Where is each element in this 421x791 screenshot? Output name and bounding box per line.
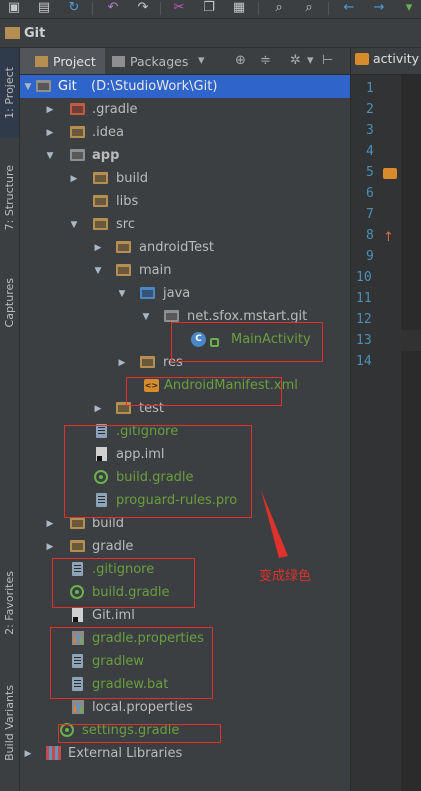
cut-icon[interactable]: ✂ <box>170 0 188 16</box>
tree-item-idea[interactable]: ▶ .idea <box>20 121 350 144</box>
left-tool-strip: 1: Project 7: Structure Captures 2: Favo… <box>0 48 20 791</box>
forward-icon[interactable]: → <box>370 0 388 16</box>
expand-arrow-icon[interactable]: ▼ <box>22 82 34 92</box>
tree-item-java[interactable]: ▼ java <box>20 282 350 305</box>
properties-file-icon <box>72 700 84 714</box>
tab-packages[interactable]: Packages <box>112 48 188 74</box>
run-icon[interactable]: ▾ <box>400 0 418 16</box>
folder-icon <box>116 241 131 253</box>
tool-tab-captures[interactable]: Captures <box>0 263 19 343</box>
folder-icon <box>70 517 85 529</box>
folder-icon <box>5 27 20 39</box>
tool-tab-project[interactable]: 1: Project <box>0 48 19 138</box>
collapse-icon[interactable]: ≑ <box>260 52 271 70</box>
tree-item-app[interactable]: ▼ app <box>20 144 350 167</box>
project-tree: ▼ Git (D:\StudioWork\Git) ▶ .gradle ▶ .i… <box>20 75 350 791</box>
paste-icon[interactable]: ▦ <box>230 0 248 16</box>
tree-root-path: (D:\StudioWork\Git) <box>91 79 218 94</box>
sync-icon[interactable]: ▤ <box>35 0 53 16</box>
tree-item-local-properties[interactable]: local.properties <box>20 696 350 719</box>
replace-icon[interactable]: ⌕ <box>300 0 318 16</box>
tree-root-name: Git <box>58 79 77 94</box>
expand-arrow-icon[interactable]: ▼ <box>116 289 128 299</box>
hide-icon[interactable]: ⊢ <box>322 52 333 70</box>
expand-arrow-icon[interactable]: ▼ <box>68 220 80 230</box>
collapsed-arrow-icon[interactable]: ▶ <box>44 519 56 529</box>
folder-icon <box>35 55 48 67</box>
folder-icon <box>70 540 85 552</box>
folder-icon <box>93 172 108 184</box>
tree-item-gradle[interactable]: ▶ gradle <box>20 535 350 558</box>
tool-tab-structure[interactable]: 7: Structure <box>0 153 19 243</box>
iml-file-icon <box>72 608 83 622</box>
editor-gutter: 1 2 3 4 5 6 7 8 9 10 11 12 13 14 ↑ <box>351 75 401 791</box>
target-icon[interactable]: ⊕ <box>235 52 246 70</box>
collapsed-arrow-icon[interactable]: ▶ <box>44 542 56 552</box>
xml-file-icon <box>355 52 369 65</box>
current-line <box>401 330 421 351</box>
highlight-box <box>126 377 282 406</box>
collapsed-arrow-icon[interactable]: ▶ <box>116 358 128 368</box>
folder-icon <box>93 195 108 207</box>
folder-icon <box>116 264 131 276</box>
folder-icon <box>70 126 85 138</box>
collapsed-arrow-icon[interactable]: ▶ <box>44 105 56 115</box>
collapsed-arrow-icon[interactable]: ▶ <box>92 243 104 253</box>
package-icon <box>164 310 179 322</box>
project-panel-header: Project Packages ▾ ⊕ ≑ ✲ ▾ ⊢ <box>20 48 350 75</box>
xml-marker-icon <box>383 168 397 179</box>
highlight-box <box>171 322 323 362</box>
tree-item-libs[interactable]: libs <box>20 190 350 213</box>
collapsed-arrow-icon[interactable]: ▶ <box>92 404 104 414</box>
copy-icon[interactable]: ❐ <box>200 0 218 16</box>
highlight-box <box>64 425 252 518</box>
tree-item-src[interactable]: ▼ src <box>20 213 350 236</box>
back-icon[interactable]: ← <box>340 0 358 16</box>
tool-tab-favorites[interactable]: 2: Favorites <box>0 553 19 653</box>
expand-arrow-icon[interactable]: ▼ <box>44 151 56 161</box>
library-icon <box>46 746 61 760</box>
package-icon <box>112 55 125 67</box>
breadcrumb-label: Git <box>24 25 46 41</box>
folder-icon <box>70 103 85 115</box>
resource-folder-icon <box>140 356 155 368</box>
override-marker-icon: ↑ <box>383 230 394 245</box>
module-folder-icon <box>36 80 51 92</box>
tree-root[interactable]: ▼ Git (D:\StudioWork\Git) <box>20 75 350 98</box>
tab-project[interactable]: Project <box>20 48 105 74</box>
redo-icon[interactable]: ↷ <box>134 0 152 16</box>
dropdown-icon[interactable]: ▾ <box>198 52 205 70</box>
breadcrumb-project[interactable]: Git <box>0 19 52 47</box>
tree-item-external-libraries[interactable]: ▶ External Libraries <box>20 742 350 765</box>
undo-icon[interactable]: ↶ <box>104 0 122 16</box>
collapsed-arrow-icon[interactable]: ▶ <box>22 749 34 759</box>
navigation-bar: Git <box>0 19 421 48</box>
tool-tab-build-variants[interactable]: Build Variants <box>0 668 19 778</box>
tree-item-app-build[interactable]: ▶ build <box>20 167 350 190</box>
highlight-box <box>52 558 195 608</box>
expand-arrow-icon[interactable]: ▼ <box>92 266 104 276</box>
gear-dropdown-icon[interactable]: ▾ <box>307 52 314 70</box>
gear-icon[interactable]: ✲ <box>290 52 301 70</box>
tree-item-main[interactable]: ▼ main <box>20 259 350 282</box>
annotation-arrow-icon <box>261 490 288 558</box>
annotation-text: 变成绿色 <box>259 569 312 584</box>
expand-arrow-icon[interactable]: ▼ <box>140 312 152 322</box>
folder-icon <box>93 218 108 230</box>
main-toolbar: ▣ ▤ ↻ ↶ ↷ ✂ ❐ ▦ ⌕ ⌕ ← → ▾ <box>0 0 421 19</box>
tree-item-gradle-dir[interactable]: ▶ .gradle <box>20 98 350 121</box>
module-folder-icon <box>70 149 85 161</box>
tree-item-androidtest[interactable]: ▶ androidTest <box>20 236 350 259</box>
collapsed-arrow-icon[interactable]: ▶ <box>44 128 56 138</box>
highlight-box <box>58 724 221 743</box>
save-icon[interactable]: ▣ <box>5 0 23 16</box>
collapsed-arrow-icon[interactable]: ▶ <box>68 174 80 184</box>
editor-tab[interactable]: activity <box>351 48 421 75</box>
find-icon[interactable]: ⌕ <box>270 0 288 16</box>
highlight-box <box>50 627 213 699</box>
sync-icon[interactable]: ↻ <box>65 0 83 16</box>
source-folder-icon <box>140 287 155 299</box>
